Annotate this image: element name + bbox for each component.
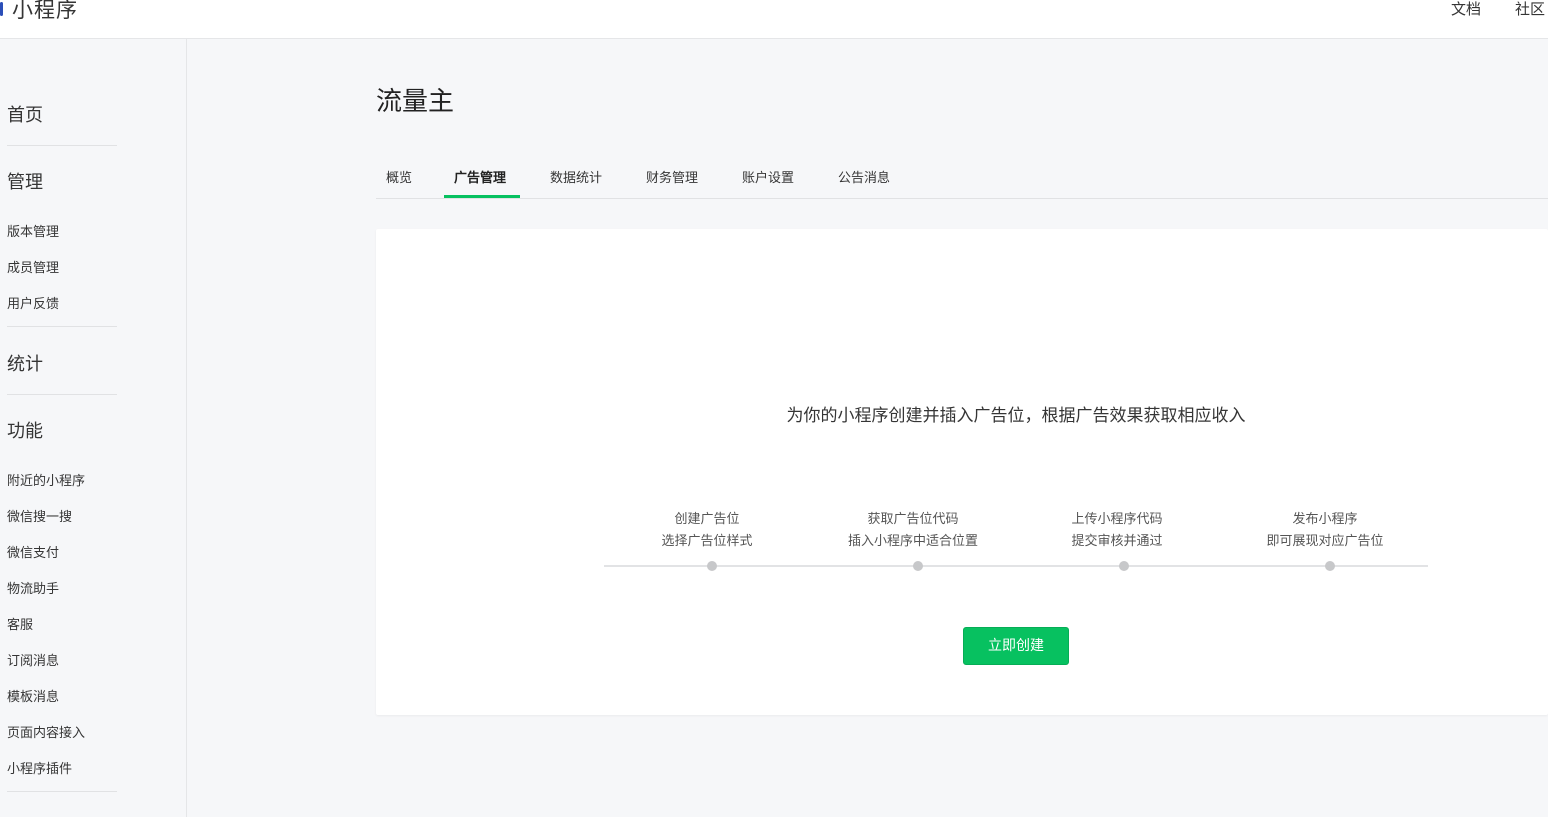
step-title: 上传小程序代码 [1071, 512, 1163, 527]
brand[interactable]: 小程序 [0, 0, 78, 24]
intro-text: 为你的小程序创建并插入广告位，根据广告效果获取相应收入 [786, 406, 1246, 426]
step-dot [1325, 561, 1335, 571]
sidebar-item-subscribe-message[interactable]: 订阅消息 [7, 650, 59, 669]
sidebar-item-plugins[interactable]: 小程序插件 [7, 758, 72, 777]
brand-title: 小程序 [12, 0, 78, 22]
sidebar-divider [7, 394, 117, 395]
tab-account-settings[interactable]: 账户设置 [742, 167, 794, 186]
step-desc: 提交审核并通过 [1071, 534, 1163, 549]
sidebar-item-manage[interactable]: 管理 [7, 168, 43, 194]
step-title: 获取广告位代码 [867, 512, 959, 527]
step-get-code: 获取广告位代码 插入小程序中适合位置 [813, 509, 1013, 553]
ad-intro-card: 为你的小程序创建并插入广告位，根据广告效果获取相应收入 创建广告位 选择广告位样… [376, 229, 1548, 715]
tab-bar: 概览 广告管理 数据统计 财务管理 账户设置 公告消息 [376, 163, 1548, 199]
sidebar-item-template-message[interactable]: 模板消息 [7, 686, 59, 705]
step-publish: 发布小程序 即可展现对应广告位 [1225, 509, 1425, 553]
sidebar-divider [7, 326, 117, 327]
tab-announcements[interactable]: 公告消息 [838, 167, 890, 186]
sidebar-item-nearby[interactable]: 附近的小程序 [7, 470, 85, 489]
main-content: 流量主 概览 广告管理 数据统计 财务管理 账户设置 公告消息 为你的小程序创建… [376, 39, 1548, 817]
step-create-ad: 创建广告位 选择广告位样式 [607, 509, 807, 553]
community-link[interactable]: 社区 [1515, 0, 1545, 18]
step-upload-code: 上传小程序代码 提交审核并通过 [1017, 509, 1217, 553]
sidebar-divider [7, 145, 117, 146]
create-now-button[interactable]: 立即创建 [963, 627, 1069, 665]
step-desc: 选择广告位样式 [661, 534, 753, 549]
steps-track [604, 565, 1428, 567]
tab-data-stats[interactable]: 数据统计 [550, 167, 602, 186]
sidebar: 首页 管理 版本管理 成员管理 用户反馈 统计 功能 附近的小程序 微信搜一搜 … [0, 39, 187, 817]
sidebar-item-wechat-search[interactable]: 微信搜一搜 [7, 506, 72, 525]
tab-finance[interactable]: 财务管理 [646, 167, 698, 186]
sidebar-item-stats[interactable]: 统计 [7, 350, 43, 376]
sidebar-item-logistics[interactable]: 物流助手 [7, 578, 59, 597]
step-title: 发布小程序 [1292, 512, 1358, 527]
sidebar-item-home[interactable]: 首页 [7, 101, 43, 127]
top-nav: 文档 社区 [1451, 0, 1548, 18]
sidebar-item-member-manage[interactable]: 成员管理 [7, 257, 59, 276]
sidebar-item-version-manage[interactable]: 版本管理 [7, 221, 59, 240]
page-title: 流量主 [376, 87, 455, 117]
sidebar-item-user-feedback[interactable]: 用户反馈 [7, 293, 59, 312]
sidebar-item-page-content[interactable]: 页面内容接入 [7, 722, 85, 741]
tab-overview[interactable]: 概览 [386, 167, 412, 186]
sidebar-item-customer-service[interactable]: 客服 [7, 614, 33, 633]
step-title: 创建广告位 [674, 512, 740, 527]
sidebar-item-features[interactable]: 功能 [7, 417, 43, 443]
docs-link[interactable]: 文档 [1451, 0, 1481, 18]
step-dot [913, 561, 923, 571]
sidebar-item-wechat-pay[interactable]: 微信支付 [7, 542, 59, 561]
step-dot [1119, 561, 1129, 571]
logo-icon [0, 2, 3, 16]
step-desc: 即可展现对应广告位 [1266, 534, 1384, 549]
tab-ad-manage[interactable]: 广告管理 [454, 167, 506, 186]
step-dot [707, 561, 717, 571]
active-tab-indicator [444, 195, 520, 198]
step-desc: 插入小程序中适合位置 [847, 534, 978, 549]
top-bar: 小程序 文档 社区 [0, 0, 1548, 39]
sidebar-divider [7, 791, 117, 792]
